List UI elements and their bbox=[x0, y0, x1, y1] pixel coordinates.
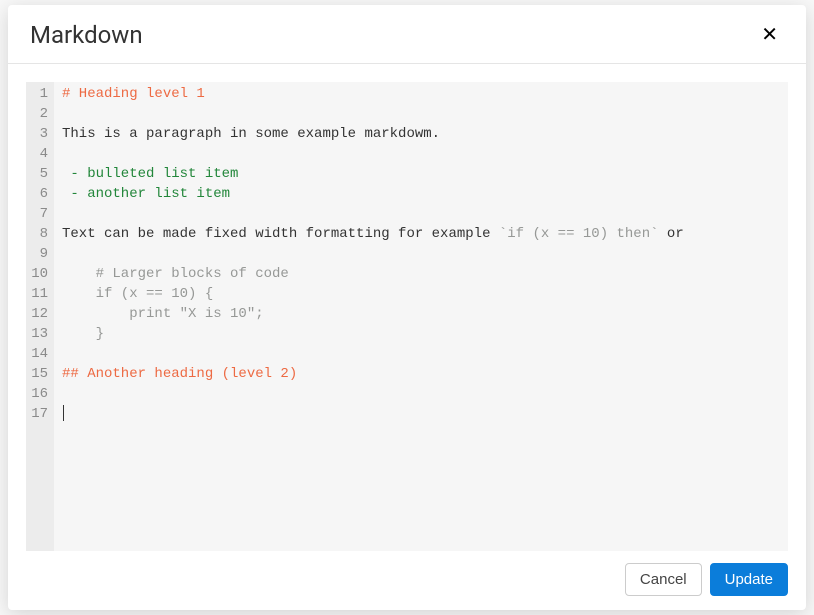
code-line[interactable]: } bbox=[62, 324, 780, 344]
code-line[interactable] bbox=[62, 244, 780, 264]
code-token: `if (x == 10) then` bbox=[499, 226, 659, 242]
code-token: - bulleted list item bbox=[62, 166, 238, 182]
code-line[interactable] bbox=[62, 204, 780, 224]
code-line[interactable]: ## Another heading (level 2) bbox=[62, 364, 780, 384]
line-number: 14 bbox=[30, 344, 48, 364]
line-number: 17 bbox=[30, 404, 48, 424]
code-token: # Larger blocks of code bbox=[62, 266, 289, 282]
line-number: 10 bbox=[30, 264, 48, 284]
text-cursor bbox=[63, 405, 64, 421]
line-number: 5 bbox=[30, 164, 48, 184]
line-number: 15 bbox=[30, 364, 48, 384]
line-number: 2 bbox=[30, 104, 48, 124]
code-line[interactable] bbox=[62, 144, 780, 164]
close-icon: ✕ bbox=[761, 24, 778, 46]
line-number: 9 bbox=[30, 244, 48, 264]
code-line[interactable]: Text can be made fixed width formatting … bbox=[62, 224, 780, 244]
code-line[interactable] bbox=[62, 384, 780, 404]
code-token: Text can be made fixed width formatting … bbox=[62, 226, 499, 242]
markdown-editor[interactable]: 1234567891011121314151617 # Heading leve… bbox=[26, 82, 788, 551]
code-line[interactable]: if (x == 10) { bbox=[62, 284, 780, 304]
line-number: 8 bbox=[30, 224, 48, 244]
code-token: or bbox=[659, 226, 684, 242]
editor-gutter: 1234567891011121314151617 bbox=[26, 82, 54, 551]
code-line[interactable]: # Heading level 1 bbox=[62, 84, 780, 104]
line-number: 6 bbox=[30, 184, 48, 204]
line-number: 3 bbox=[30, 124, 48, 144]
code-token: print "X is 10"; bbox=[62, 306, 264, 322]
line-number: 11 bbox=[30, 284, 48, 304]
markdown-modal: Markdown ✕ 1234567891011121314151617 # H… bbox=[8, 5, 806, 610]
code-token: This is a paragraph in some example mark… bbox=[62, 126, 440, 142]
code-token: - another list item bbox=[62, 186, 230, 202]
modal-footer: Cancel Update bbox=[8, 551, 806, 610]
line-number: 16 bbox=[30, 384, 48, 404]
update-button[interactable]: Update bbox=[710, 563, 788, 596]
code-line[interactable]: print "X is 10"; bbox=[62, 304, 780, 324]
code-line[interactable]: This is a paragraph in some example mark… bbox=[62, 124, 780, 144]
modal-title: Markdown bbox=[30, 21, 143, 49]
code-token: if (x == 10) { bbox=[62, 286, 213, 302]
modal-header: Markdown ✕ bbox=[8, 5, 806, 64]
code-line[interactable] bbox=[62, 344, 780, 364]
code-token: ## Another heading (level 2) bbox=[62, 366, 297, 382]
line-number: 7 bbox=[30, 204, 48, 224]
cancel-button[interactable]: Cancel bbox=[625, 563, 702, 596]
line-number: 4 bbox=[30, 144, 48, 164]
close-button[interactable]: ✕ bbox=[755, 21, 784, 49]
code-line[interactable]: # Larger blocks of code bbox=[62, 264, 780, 284]
code-line[interactable]: - another list item bbox=[62, 184, 780, 204]
code-line[interactable]: - bulleted list item bbox=[62, 164, 780, 184]
code-token: } bbox=[62, 326, 104, 342]
line-number: 12 bbox=[30, 304, 48, 324]
code-token: # Heading level 1 bbox=[62, 86, 205, 102]
code-line[interactable] bbox=[62, 104, 780, 124]
line-number: 13 bbox=[30, 324, 48, 344]
code-line[interactable] bbox=[62, 404, 780, 424]
modal-body: 1234567891011121314151617 # Heading leve… bbox=[8, 64, 806, 551]
editor-code-area[interactable]: # Heading level 1 This is a paragraph in … bbox=[54, 82, 788, 551]
line-number: 1 bbox=[30, 84, 48, 104]
